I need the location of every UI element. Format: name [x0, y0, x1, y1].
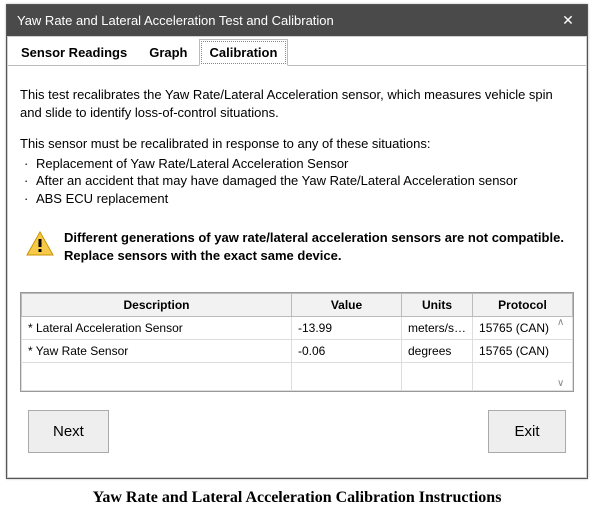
situations-block: This sensor must be recalibrated in resp…: [20, 135, 574, 207]
sensor-table-wrap: Description Value Units Protocol * Later…: [20, 292, 574, 392]
warning-text: Different generations of yaw rate/latera…: [64, 229, 568, 264]
exit-button[interactable]: Exit: [488, 410, 566, 453]
situations-intro: This sensor must be recalibrated in resp…: [20, 136, 430, 151]
table-empty-row: [22, 363, 573, 391]
cell-description: * Yaw Rate Sensor: [22, 340, 292, 363]
cell-description: * Lateral Acceleration Sensor: [22, 317, 292, 340]
tab-sensor-readings[interactable]: Sensor Readings: [10, 39, 138, 66]
window-title: Yaw Rate and Lateral Acceleration Test a…: [17, 13, 334, 28]
tab-strip: Sensor Readings Graph Calibration: [8, 37, 586, 66]
col-header-units[interactable]: Units: [402, 294, 473, 317]
col-header-value[interactable]: Value: [292, 294, 402, 317]
scroll-up-icon[interactable]: ∧: [557, 317, 571, 328]
dialog-window: Yaw Rate and Lateral Acceleration Test a…: [6, 4, 588, 479]
cell-units: meters/s…: [402, 317, 473, 340]
col-header-protocol[interactable]: Protocol: [473, 294, 573, 317]
table-scrollbar[interactable]: ∧ ∨: [557, 317, 571, 389]
content-area: This test recalibrates the Yaw Rate/Late…: [8, 66, 586, 477]
warning-box: Different generations of yaw rate/latera…: [20, 227, 574, 266]
cell-value: -13.99: [292, 317, 402, 340]
scroll-down-icon[interactable]: ∨: [557, 378, 571, 389]
col-header-description[interactable]: Description: [22, 294, 292, 317]
titlebar: Yaw Rate and Lateral Acceleration Test a…: [7, 5, 587, 36]
tab-graph[interactable]: Graph: [138, 39, 198, 66]
warning-icon: [26, 231, 54, 260]
table-row[interactable]: * Lateral Acceleration Sensor -13.99 met…: [22, 317, 573, 340]
button-row: Next Exit: [20, 406, 574, 467]
situation-item: ABS ECU replacement: [36, 190, 574, 208]
client-area: Sensor Readings Graph Calibration This t…: [7, 36, 587, 478]
situation-item: After an accident that may have damaged …: [36, 172, 574, 190]
cell-value: -0.06: [292, 340, 402, 363]
close-icon[interactable]: ✕: [559, 12, 577, 29]
description-text: This test recalibrates the Yaw Rate/Late…: [20, 86, 574, 121]
next-button[interactable]: Next: [28, 410, 109, 453]
cell-units: degrees: [402, 340, 473, 363]
figure-caption: Yaw Rate and Lateral Acceleration Calibr…: [0, 489, 594, 507]
tab-calibration[interactable]: Calibration: [199, 39, 289, 66]
sensor-table: Description Value Units Protocol * Later…: [21, 293, 573, 391]
situation-item: Replacement of Yaw Rate/Lateral Accelera…: [36, 155, 574, 173]
table-row[interactable]: * Yaw Rate Sensor -0.06 degrees 15765 (C…: [22, 340, 573, 363]
